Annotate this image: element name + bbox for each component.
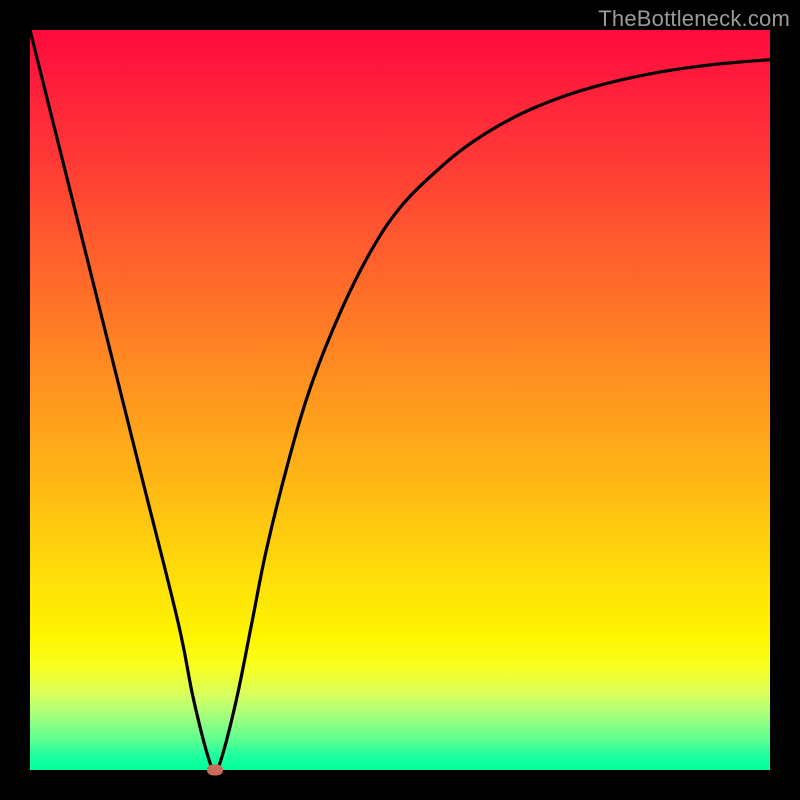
bottleneck-curve xyxy=(30,30,770,770)
curve-path xyxy=(30,30,770,770)
watermark-text: TheBottleneck.com xyxy=(598,6,790,32)
chart-frame: TheBottleneck.com xyxy=(0,0,800,800)
plot-area xyxy=(30,30,770,770)
min-marker xyxy=(207,765,223,776)
